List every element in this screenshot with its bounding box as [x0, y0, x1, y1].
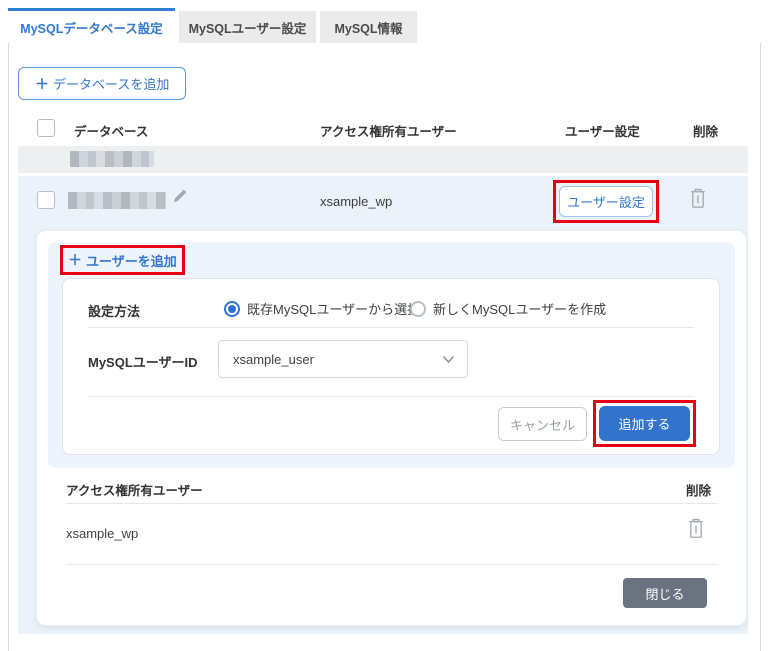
radio-selected-icon — [224, 301, 240, 317]
select-all-checkbox[interactable] — [37, 119, 55, 137]
access-table-divider — [66, 564, 717, 565]
method-label: 設定方法 — [88, 301, 140, 320]
radio-existing-label: 既存MySQLユーザーから選択 — [247, 299, 420, 318]
radio-new-label: 新しくMySQLユーザーを作成 — [433, 299, 606, 318]
close-panel-button[interactable]: 閉じる — [623, 578, 707, 608]
redacted-database-name — [68, 192, 166, 209]
user-id-label: MySQLユーザーID — [88, 352, 198, 371]
plus-icon: ＋ — [68, 250, 82, 270]
form-divider — [88, 327, 694, 328]
header-database: データベース — [74, 121, 148, 140]
content-left-border — [8, 43, 9, 651]
add-user-link[interactable]: ＋ ユーザーを追加 — [60, 245, 185, 275]
user-setting-button-label: ユーザー設定 — [567, 192, 645, 211]
tab-mysql-user-settings[interactable]: MySQLユーザー設定 — [179, 11, 316, 43]
mysql-user-id-select[interactable]: xsample_user — [218, 340, 468, 378]
trash-icon — [689, 188, 707, 209]
highlight-submit: 追加する — [593, 400, 696, 447]
tab-mysql-database-settings[interactable]: MySQLデータベース設定 — [8, 8, 175, 43]
header-user-setting: ユーザー設定 — [565, 121, 640, 140]
redacted-database-name — [70, 151, 154, 167]
access-table-header-user: アクセス権所有ユーザー — [66, 480, 203, 499]
table-row-database-1 — [18, 146, 748, 173]
tab-label: MySQLユーザー設定 — [189, 18, 307, 37]
submit-add-button[interactable]: 追加する — [599, 406, 690, 441]
edit-database-name-button[interactable] — [171, 188, 188, 205]
form-divider — [88, 396, 694, 397]
radio-existing-user[interactable]: 既存MySQLユーザーから選択 — [224, 299, 420, 318]
add-user-label: ユーザーを追加 — [86, 251, 177, 270]
user-setting-button[interactable]: ユーザー設定 — [559, 186, 653, 217]
tab-label: MySQLデータベース設定 — [20, 18, 162, 37]
header-access-user: アクセス権所有ユーザー — [320, 121, 457, 140]
cancel-label: キャンセル — [510, 418, 575, 433]
access-table-row-user: xsample_wp — [66, 526, 138, 541]
trash-icon — [687, 518, 705, 539]
radio-new-user[interactable]: 新しくMySQLユーザーを作成 — [410, 299, 606, 318]
row-checkbox[interactable] — [37, 191, 55, 209]
chevron-down-icon — [442, 355, 455, 364]
header-delete: 削除 — [693, 121, 718, 140]
content-right-border — [760, 43, 761, 651]
access-table-divider — [66, 503, 717, 504]
selected-user-id: xsample_user — [233, 352, 442, 367]
plus-icon: ＋ — [35, 74, 49, 94]
mysql-settings-page: MySQLデータベース設定 MySQLユーザー設定 MySQL情報 ＋ データベ… — [0, 0, 772, 651]
highlight-user-setting: ユーザー設定 — [553, 180, 659, 223]
radio-unselected-icon — [410, 301, 426, 317]
tab-label: MySQL情報 — [334, 18, 402, 37]
add-database-label: データベースを追加 — [53, 74, 169, 93]
submit-label: 追加する — [618, 417, 670, 432]
cancel-button[interactable]: キャンセル — [498, 407, 587, 441]
access-table-header-delete: 削除 — [686, 480, 711, 499]
pencil-icon — [171, 188, 188, 205]
add-database-button[interactable]: ＋ データベースを追加 — [18, 67, 186, 100]
delete-database-button[interactable] — [689, 188, 707, 209]
delete-access-user-button[interactable] — [687, 518, 705, 539]
row-access-user: xsample_wp — [320, 194, 392, 209]
tab-mysql-info[interactable]: MySQL情報 — [320, 11, 417, 43]
close-label: 閉じる — [645, 587, 684, 602]
